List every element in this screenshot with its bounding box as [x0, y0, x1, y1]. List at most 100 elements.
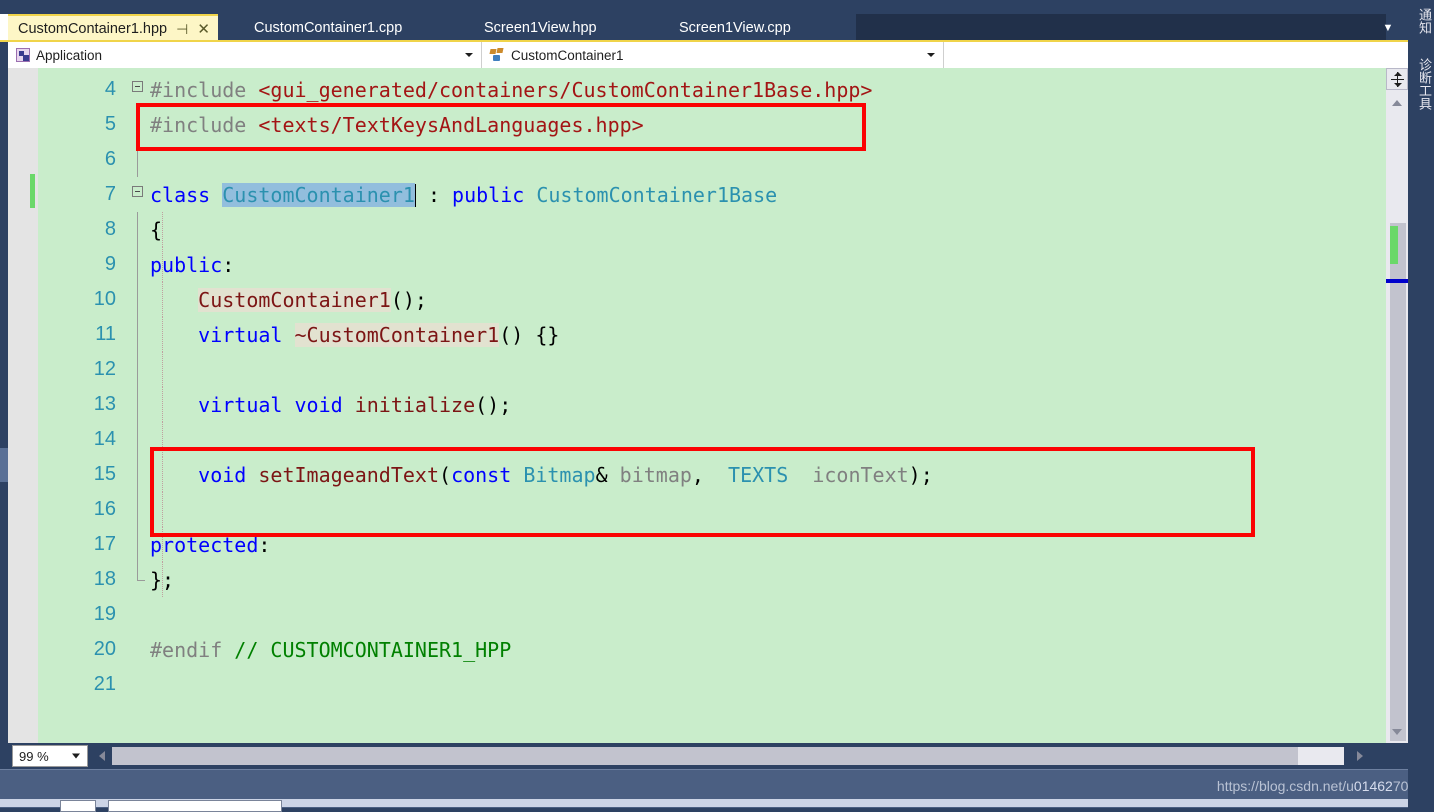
fold-gutter[interactable]	[130, 317, 146, 352]
code-editor-surface[interactable]: 4 #include <gui_generated/containers/Cust…	[8, 68, 1386, 743]
horizontal-scroll-thumb[interactable]	[112, 747, 1298, 765]
editor-region: 4 #include <gui_generated/containers/Cust…	[0, 68, 1434, 743]
code-line[interactable]: 8{	[38, 212, 1386, 247]
code-text[interactable]: #include <texts/TextKeysAndLanguages.hpp…	[146, 113, 1386, 137]
triangle-down-icon[interactable]	[1386, 721, 1408, 743]
split-window-icon[interactable]	[1386, 68, 1408, 90]
vertical-scroll-thumb[interactable]	[1390, 223, 1406, 741]
code-line[interactable]: 9 public:	[38, 247, 1386, 282]
fold-gutter[interactable]	[130, 632, 146, 667]
fold-end-guide	[137, 562, 145, 581]
horizontal-scroll-track[interactable]	[112, 747, 1344, 765]
code-text[interactable]: #include <gui_generated/containers/Custo…	[146, 78, 1386, 102]
watermark-overlap: 01462	[1353, 778, 1393, 794]
code-line[interactable]: 12	[38, 352, 1386, 387]
code-line[interactable]: 17 protected:	[38, 527, 1386, 562]
code-lines[interactable]: 4 #include <gui_generated/containers/Cust…	[38, 68, 1386, 743]
fold-gutter[interactable]	[130, 597, 146, 632]
line-number: 14	[93, 428, 116, 450]
tab-screen1view-hpp[interactable]: Screen1View.hpp	[470, 14, 611, 42]
code-text[interactable]: #endif // CUSTOMCONTAINER1_HPP	[146, 638, 1386, 662]
code-text[interactable]: protected:	[146, 533, 1386, 557]
code-line[interactable]: 10 CustomContainer1();	[38, 282, 1386, 317]
fold-gutter[interactable]	[130, 282, 146, 317]
close-icon[interactable]: ✕	[197, 22, 210, 37]
code-line[interactable]: 19	[38, 597, 1386, 632]
code-text[interactable]: virtual void initialize();	[146, 393, 1386, 417]
taskbar-item-b[interactable]	[108, 800, 282, 812]
code-line[interactable]: 4 #include <gui_generated/containers/Cust…	[38, 72, 1386, 107]
watermark-text: https://blog.csdn.net/u014627020	[1217, 778, 1424, 794]
code-token: initialize	[354, 392, 476, 417]
code-text[interactable]: };	[146, 568, 1386, 592]
code-line[interactable]: 14	[38, 422, 1386, 457]
code-text[interactable]: CustomContainer1();	[146, 287, 1386, 312]
selected-identifier: CustomContainer1	[222, 182, 415, 207]
tab-customcontainer1-cpp[interactable]: CustomContainer1.cpp	[240, 14, 417, 42]
code-text[interactable]: void setImageandText(const Bitmap& bitma…	[146, 463, 1386, 487]
code-token: CustomContainer1Base	[536, 182, 778, 207]
fold-gutter[interactable]	[130, 422, 146, 457]
fold-gutter[interactable]	[130, 142, 146, 177]
editor-bottom-bar: 99 %	[0, 743, 1408, 769]
type-scope-dropdown[interactable]: CustomContainer1	[482, 42, 944, 68]
pin-icon[interactable]: ⊣	[176, 22, 188, 36]
code-line[interactable]: 6	[38, 142, 1386, 177]
chevron-down-icon[interactable]	[927, 53, 935, 57]
triangle-right-icon[interactable]	[1350, 745, 1370, 767]
code-token: void	[198, 462, 259, 487]
fold-gutter[interactable]	[130, 107, 146, 142]
fold-gutter[interactable]	[130, 212, 146, 247]
code-line[interactable]: 18};	[38, 562, 1386, 597]
indent-guide	[162, 387, 163, 422]
left-dock-tab-stub[interactable]	[0, 448, 8, 482]
fold-gutter[interactable]	[130, 387, 146, 422]
code-text[interactable]: public:	[146, 253, 1386, 277]
chevron-down-icon[interactable]	[465, 53, 473, 57]
fold-gutter[interactable]	[130, 527, 146, 562]
line-number: 5	[104, 113, 116, 135]
fold-gutter[interactable]	[130, 457, 146, 492]
collapse-icon[interactable]	[132, 81, 143, 92]
zoom-level-dropdown[interactable]: 99 %	[12, 745, 88, 767]
code-line[interactable]: 7 class CustomContainer1 : public CustomC…	[38, 177, 1386, 212]
line-number: 7	[104, 183, 116, 205]
chevron-down-icon[interactable]: ▼	[1378, 18, 1398, 38]
code-line[interactable]: 20 #endif // CUSTOMCONTAINER1_HPP	[38, 632, 1386, 667]
chevron-down-icon[interactable]	[72, 753, 80, 759]
code-line[interactable]: 16	[38, 492, 1386, 527]
triangle-left-icon[interactable]	[92, 745, 112, 767]
navbar-left-edge	[0, 42, 8, 68]
collapse-icon[interactable]	[132, 186, 143, 197]
fold-gutter[interactable]	[130, 562, 146, 597]
code-text[interactable]: virtual ~CustomContainer1() {}	[146, 322, 1386, 347]
fold-gutter[interactable]	[130, 492, 146, 527]
code-token: virtual	[198, 392, 295, 417]
code-text[interactable]: class CustomContainer1 : public CustomCo…	[146, 182, 1386, 207]
tab-customcontainer1-hpp[interactable]: CustomContainer1.hpp ⊣ ✕	[8, 14, 218, 42]
code-line[interactable]: 5 #include <texts/TextKeysAndLanguages.hp…	[38, 107, 1386, 142]
indent-guide	[162, 422, 163, 457]
tab-screen1view-cpp[interactable]: Screen1View.cpp	[665, 14, 805, 42]
fold-guide	[137, 527, 138, 562]
code-text[interactable]: {	[146, 218, 1386, 242]
dock-notifications[interactable]: 通知	[1408, 8, 1434, 34]
fold-gutter[interactable]	[130, 352, 146, 387]
code-line[interactable]: 11 virtual ~CustomContainer1() {}	[38, 317, 1386, 352]
code-line[interactable]: 13 virtual void initialize();	[38, 387, 1386, 422]
fold-gutter[interactable]	[130, 177, 146, 212]
fold-gutter[interactable]	[130, 667, 146, 702]
taskbar-item-a[interactable]	[60, 800, 96, 812]
dock-diagnostic-tools[interactable]: 诊断工具	[1408, 58, 1434, 110]
member-scope-dropdown[interactable]	[944, 42, 1434, 68]
code-line[interactable]: 15 void setImageandText(const Bitmap& bi…	[38, 457, 1386, 492]
vertical-scrollbar[interactable]	[1386, 68, 1408, 743]
line-number: 4	[104, 78, 116, 100]
tab-label: CustomContainer1.cpp	[254, 19, 403, 36]
fold-gutter[interactable]	[130, 72, 146, 107]
code-token: (	[439, 462, 452, 487]
project-scope-dropdown[interactable]: Application	[8, 42, 482, 68]
triangle-up-icon[interactable]	[1386, 92, 1408, 114]
fold-gutter[interactable]	[130, 247, 146, 282]
code-line[interactable]: 21	[38, 667, 1386, 702]
